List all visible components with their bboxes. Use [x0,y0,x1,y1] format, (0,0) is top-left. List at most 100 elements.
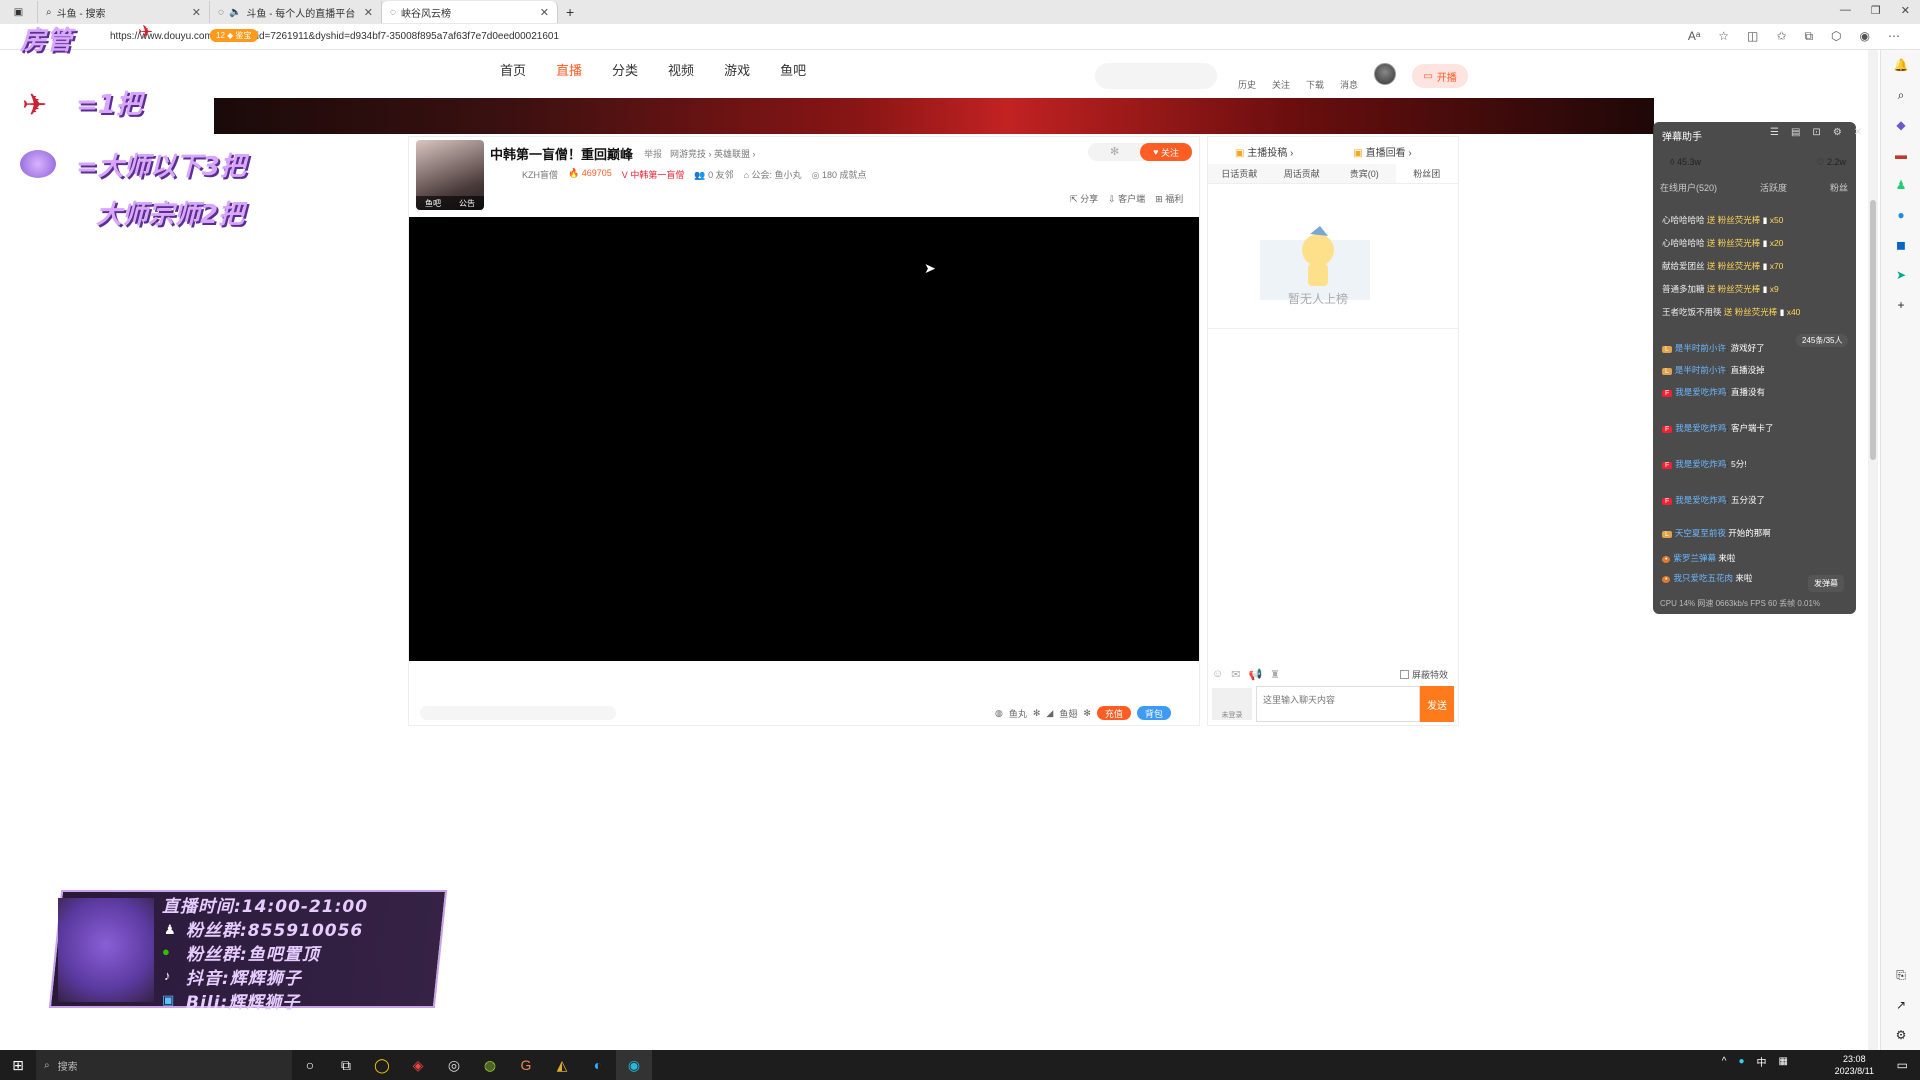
anchor-avatar[interactable]: 鱼吧 公告 [416,140,484,210]
toolbox-icon[interactable]: ▬ [1881,140,1920,170]
douyu-app-icon[interactable]: ◈ [400,1050,436,1080]
url-field[interactable]: https://www.douyu.com/topic/...?rid=7261… [110,31,559,42]
tray-expand-icon[interactable]: ^ [1722,1056,1727,1067]
gift-user[interactable]: 心哈哈哈哈 [1662,215,1705,225]
new-tab-button[interactable]: + [558,1,582,23]
close-icon[interactable]: ✕ [1854,127,1862,138]
games-icon[interactable]: ♟ [1881,170,1920,200]
close-icon[interactable]: ✕ [540,6,549,19]
client-button[interactable]: ⇩ 客户端 [1108,192,1145,205]
chat-user[interactable]: 我是爱吃炸鸡 [1675,423,1726,433]
broadcast-icon[interactable]: 📢 [1248,668,1262,681]
user-avatar[interactable] [1374,63,1396,85]
tab-weekly-contribution[interactable]: 周话贡献 [1271,164,1334,183]
anchor-name[interactable]: KZH盲僧 [522,168,558,181]
chat-user[interactable]: 天空夏至前夜 [1675,528,1726,538]
close-icon[interactable]: ✕ [364,6,373,19]
profile-icon[interactable]: ◉ [1860,29,1870,44]
welfare-button[interactable]: ⊞ 福利 [1155,192,1183,205]
chat-user[interactable]: 是半时前小许 [1675,365,1726,375]
chat-user[interactable]: 我只爱吃五花肉 [1673,573,1733,583]
chat-input[interactable]: 这里输入聊天内容 [1256,686,1420,722]
nav-home[interactable]: 首页 [500,60,526,79]
yuba-label[interactable]: 鱼吧 [425,198,441,209]
ime-indicator[interactable]: 中 [1757,1054,1767,1069]
gift-user[interactable]: 献给爱团丝 [1662,261,1705,271]
replay-link[interactable]: ▣ 直播回看 › [1353,144,1411,159]
chat-user[interactable]: 我是爱吃炸鸡 [1675,495,1726,505]
tab-daily-contribution[interactable]: 日话贡献 [1208,164,1271,183]
obs-app-icon[interactable]: ◯ [364,1050,400,1080]
minimize-icon[interactable]: — [1840,4,1851,17]
nav-live[interactable]: 直播 [556,60,582,79]
close-window-icon[interactable]: ✕ [1901,4,1910,17]
read-aloud-icon[interactable]: Aᵃ [1688,29,1700,44]
chat-user[interactable]: 是半时前小许 [1675,343,1726,353]
gift-user[interactable]: 王者吃饭不用筷 [1662,307,1722,317]
taskbar-search-input[interactable]: ⌕ 搜索 [36,1050,292,1080]
filter-icon[interactable]: ☰ [1770,127,1779,138]
notice-label[interactable]: 公告 [459,198,475,209]
windows-start-icon[interactable]: ⊞ [0,1050,36,1080]
settings-icon[interactable]: ⚙ [1833,127,1842,138]
screenshot-icon[interactable]: ⎘ [1881,960,1920,990]
favorites-icon[interactable]: ✩ [1776,29,1786,44]
tab-fans[interactable]: 粉丝 [1830,181,1848,194]
video-player[interactable] [409,217,1199,661]
lock-icon[interactable]: ⊡ [1812,127,1820,138]
follow-link[interactable]: 关注 [1272,78,1290,91]
outlook-icon[interactable]: ◼ [1881,230,1920,260]
history-link[interactable]: 历史 [1238,78,1256,91]
notification-icon[interactable]: ▭ [1897,1058,1908,1072]
helper-app-icon[interactable]: ◐ [580,1050,616,1080]
gift-scroll-bar[interactable] [420,706,616,720]
recharge-button[interactable]: 充值 [1096,706,1131,720]
favorite-star-icon[interactable]: ☆ [1718,29,1729,44]
cortana-icon[interactable]: ○ [292,1050,328,1080]
guild-name[interactable]: 公会: 鱼小丸 [752,170,802,180]
nav-game[interactable]: 游戏 [724,60,750,79]
nav-video[interactable]: 视频 [668,60,694,79]
backpack-button[interactable]: 背包 [1136,706,1171,720]
start-broadcast-button[interactable]: ▭ 开播 [1412,64,1468,88]
bell-icon[interactable]: 🔔 [1881,50,1920,80]
keyboard-icon[interactable]: ▦ [1779,1056,1788,1067]
emoji-icon[interactable]: ☺ [1212,668,1223,681]
download-link[interactable]: 下载 [1306,78,1324,91]
send-icon[interactable]: ➤ [1881,260,1920,290]
tab-online-users[interactable]: 在线用户(520) [1660,181,1717,194]
settings-icon[interactable]: ⚙ [1881,1020,1920,1050]
restore-icon[interactable]: ❐ [1871,4,1881,17]
send-danmaku-button[interactable]: 发弹幕 [1808,575,1844,592]
report-link[interactable]: 举报 [644,147,662,160]
share-button[interactable]: ⇱ 分享 [1070,192,1098,205]
messages-link[interactable]: 消息 [1340,78,1358,91]
site-search-input[interactable] [1095,63,1217,89]
tab-douyu-home[interactable]: ◌ 🔈 斗鱼 - 每个人的直播平台 ✕ [210,1,382,23]
tab-vip[interactable]: 贵宾(0) [1333,164,1396,183]
gift-user[interactable]: 普通多加糖 [1662,284,1705,294]
mail-icon[interactable]: ✉ [1231,668,1240,681]
extensions-icon[interactable]: ⬡ [1831,29,1841,44]
add-icon[interactable]: + [1881,290,1920,320]
block-effects-toggle[interactable]: 屏蔽特效 [1400,668,1448,681]
send-button[interactable]: 发送 [1420,686,1454,722]
room-category[interactable]: 网游竞技 › 英雄联盟 › [670,147,756,160]
anchor-submissions-link[interactable]: ▣ 主播投稿 › [1235,144,1293,159]
tab-active[interactable]: ◌ 峡谷风云榜 ✕ [382,1,558,23]
chat-user[interactable]: 紫罗兰弹幕 [1673,553,1716,563]
basket-icon[interactable]: ♜ [1270,668,1280,681]
document-icon[interactable]: ▤ [1791,127,1800,138]
nav-yuba[interactable]: 鱼吧 [780,60,806,79]
search-icon[interactable]: ⌕ [1881,80,1920,110]
tag-icon[interactable]: ◆ [1881,110,1920,140]
more-icon[interactable]: ⋯ [1888,29,1900,44]
scrollbar-thumb[interactable] [1870,200,1876,460]
system-clock[interactable]: 23:08 2023/8/11 [1835,1053,1874,1077]
chat-user-avatar[interactable]: 未登录 [1212,688,1252,720]
edge-app-icon[interactable]: ◉ [616,1050,652,1080]
game-app-icon[interactable]: ◍ [472,1050,508,1080]
chat-user[interactable]: 我是爱吃炸鸡 [1675,387,1726,397]
chat-user[interactable]: 我是爱吃炸鸡 [1675,459,1726,469]
chrome-app-icon[interactable]: G [508,1050,544,1080]
